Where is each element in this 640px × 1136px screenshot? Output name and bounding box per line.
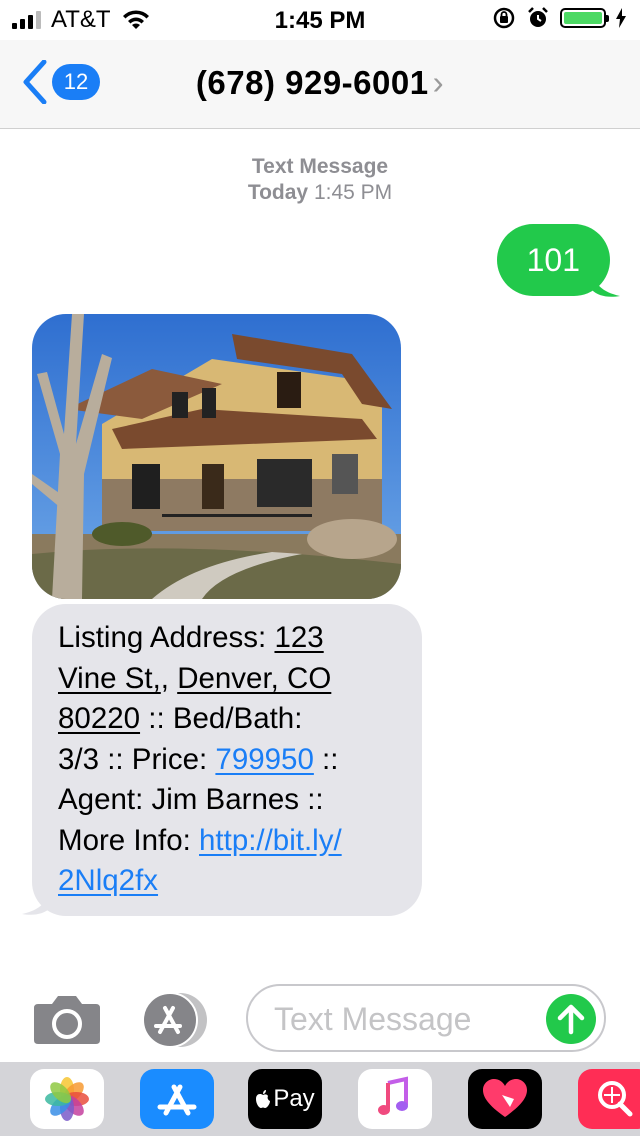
url-link[interactable]: http://bit.ly/ — [199, 824, 342, 857]
contact-number: (678) 929-6001 — [195, 64, 429, 101]
conversation-header: 12 (678) 929-6001 › — [0, 40, 640, 129]
message-composer — [0, 980, 640, 1060]
text-segment: , — [160, 661, 178, 695]
apple-logo-icon — [256, 1090, 271, 1108]
chevron-right-icon: › — [432, 64, 445, 101]
url-link[interactable]: 2Nlq2fx — [58, 864, 158, 897]
app-store-icon[interactable] — [140, 992, 212, 1048]
charging-icon — [616, 8, 626, 28]
incoming-message-text: Listing Address: 123 Vine St,, Denver, CO… — [58, 618, 412, 902]
status-bar: AT&T 1:45 PM — [0, 0, 640, 40]
text-segment: Agent: Jim Barnes :: — [58, 783, 324, 816]
photos-app-icon[interactable] — [30, 1069, 104, 1129]
incoming-message-bubble[interactable]: Listing Address: 123 Vine St,, Denver, CO… — [32, 604, 422, 916]
text-segment: :: Bed/Bath: — [140, 702, 303, 735]
apple-pay-label: Pay — [273, 1085, 315, 1112]
text-segment: :: — [313, 742, 339, 776]
house-image — [32, 314, 401, 599]
day-label: Today — [247, 181, 309, 204]
rotation-lock-icon — [493, 7, 515, 29]
house-photo[interactable] — [32, 314, 401, 599]
service-label: Text Message — [251, 155, 389, 178]
address-link[interactable]: Denver, CO — [177, 662, 331, 695]
address-link[interactable]: Vine St, — [58, 662, 161, 695]
send-arrow-icon — [557, 1004, 585, 1035]
music-app-icon[interactable] — [358, 1069, 432, 1129]
images-search-icon[interactable] — [578, 1069, 640, 1129]
status-icons — [492, 6, 626, 30]
contact-title[interactable]: (678) 929-6001 › — [0, 64, 640, 102]
time-label: 1:45 PM — [313, 181, 393, 204]
alarm-icon — [528, 7, 548, 27]
battery-icon — [560, 8, 609, 28]
message-input-field[interactable] — [246, 984, 606, 1052]
message-timestamp: Text Message Today 1:45 PM — [0, 154, 640, 206]
message-input[interactable] — [272, 986, 536, 1052]
app-drawer: Pay — [0, 1062, 640, 1136]
send-button[interactable] — [546, 994, 596, 1044]
text-segment: Listing Address: — [58, 621, 275, 654]
app-store-drawer-icon[interactable] — [140, 1069, 214, 1129]
camera-icon[interactable] — [34, 994, 100, 1044]
text-segment: More Info: — [58, 823, 200, 857]
text-segment: 3/3 :: Price: — [58, 742, 216, 776]
digital-touch-icon[interactable] — [468, 1069, 542, 1129]
address-link[interactable]: 123 — [274, 621, 323, 654]
address-link[interactable]: 80220 — [58, 702, 140, 735]
outgoing-bubble-tail — [592, 270, 620, 297]
outgoing-message-text: 101 — [526, 242, 580, 278]
incoming-bubble-tail — [22, 888, 50, 915]
apple-pay-icon[interactable]: Pay — [248, 1069, 322, 1129]
price-phone-link[interactable]: 799950 — [215, 743, 313, 776]
